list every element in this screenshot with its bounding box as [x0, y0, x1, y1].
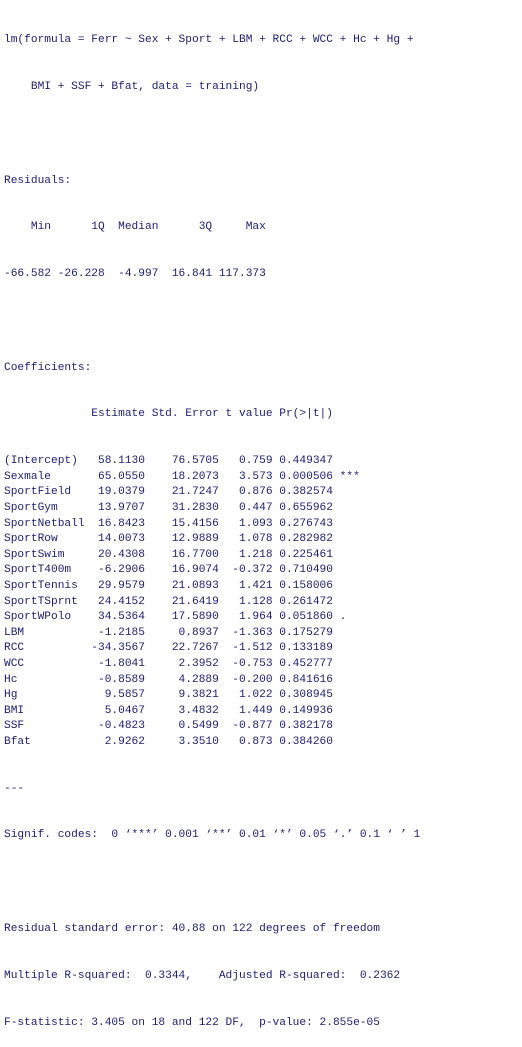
coefficient-row: SportGym 13.9707 31.2830 0.447 0.655962	[4, 502, 360, 514]
residuals-header: Min 1Q Median 3Q Max	[4, 221, 273, 234]
coefficient-row: SportSwim 20.4308 16.7700 1.218 0.225461	[4, 548, 360, 561]
coefficient-row: SportNetball 16.8423 15.4156 1.093 0.276…	[4, 517, 360, 530]
coefficient-row: Bfat 2.9262 3.3510 0.873 0.384260	[4, 735, 360, 748]
r-console-output: lm(formula = Ferr ~ Sex + Sport + LBM + …	[4, 2, 518, 1028]
residuals-label: Residuals:	[4, 174, 72, 187]
coefficient-row: SportRow 14.0073 12.9889 1.078 0.282982	[4, 533, 360, 546]
coefficient-row: LBM -1.2185 0.8937 -1.363 0.175279	[4, 626, 360, 639]
coefficient-row: SportT400m -6.2906 16.9074 -0.372 0.7104…	[4, 564, 360, 577]
coefficients-header: Estimate Std. Error t value Pr(>|t|)	[4, 408, 360, 421]
coefficients-label: Coefficients:	[4, 361, 92, 374]
coefficient-row: Hg 9.5857 9.3821 1.022 0.308945	[4, 689, 360, 702]
coefficient-row: SportWPolo 34.5364 17.5890 1.964 0.05186…	[4, 611, 360, 624]
call-line-1: lm(formula = Ferr ~ Sex + Sport + LBM + …	[4, 34, 414, 47]
coefficients-table: (Intercept) 58.1130 76.5705 0.759 0.4493…	[4, 454, 518, 750]
signif-codes: Signif. codes: 0 ‘***’ 0.001 ‘**’ 0.01 ‘…	[4, 829, 421, 842]
coefficient-row: (Intercept) 58.1130 76.5705 0.759 0.4493…	[4, 455, 360, 468]
coefficient-row: SSF -0.4823 0.5499 -0.877 0.382178	[4, 720, 360, 733]
coefficient-row: BMI 5.0467 3.4832 1.449 0.149936	[4, 704, 360, 717]
coefficient-row: RCC -34.3567 22.7267 -1.512 0.133189	[4, 642, 360, 655]
coefficient-row: Sexmale 65.0550 18.2073 3.573 0.000506 *…	[4, 470, 360, 483]
residual-standard-error: Residual standard error: 40.88 on 122 de…	[4, 923, 380, 936]
coefficient-row: SportTSprnt 24.4152 21.6419 1.128 0.2614…	[4, 595, 360, 608]
coefficient-row: WCC -1.8041 2.3952 -0.753 0.452777	[4, 657, 360, 670]
coefficient-row: SportField 19.0379 21.7247 0.876 0.38257…	[4, 486, 360, 499]
signif-separator: ---	[4, 782, 25, 795]
f-statistic-line: F-statistic: 3.405 on 18 and 122 DF, p-v…	[4, 1016, 380, 1029]
coefficient-row: SportTennis 29.9579 21.0893 1.421 0.1580…	[4, 579, 360, 592]
call-line-2: BMI + SSF + Bfat, data = training)	[4, 80, 260, 93]
r-squared-line: Multiple R-squared: 0.3344, Adjusted R-s…	[4, 969, 407, 982]
coefficient-row: Hc -0.8589 4.2889 -0.200 0.841616	[4, 673, 360, 686]
residuals-values: -66.582 -26.228 -4.997 16.841 117.373	[4, 268, 273, 281]
